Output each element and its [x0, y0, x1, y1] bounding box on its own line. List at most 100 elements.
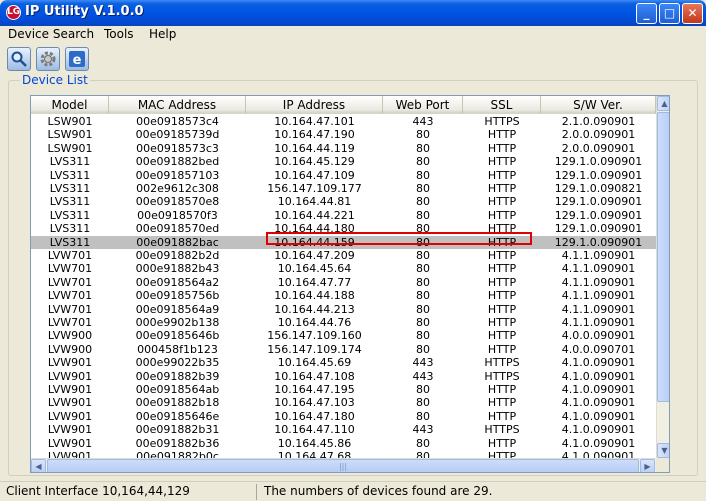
cell-mac-address: 00e091882bed [135, 155, 220, 169]
cell-sw-version: 129.1.0.090901 [554, 155, 643, 169]
cell-model: LVS311 [49, 235, 91, 249]
cell-model: LVW701 [47, 316, 93, 329]
close-button[interactable]: ✕ [682, 3, 703, 24]
table-row[interactable]: LVS311 00e0918570f3 10.164.44.221 80 HTTP 129… [31, 209, 656, 222]
vertical-scrollbar[interactable]: ▲ ▼ [656, 96, 669, 458]
table-row[interactable]: LVW701 00e0918564a9 10.164.44.213 80 HTTP 4.1… [31, 303, 656, 316]
table-row[interactable]: LVS311 00e091857103 10.164.47.109 80 HTTP 129… [31, 169, 656, 182]
cell-model: LVS311 [49, 155, 91, 169]
table-row[interactable]: LVW701 00e0918564a2 10.164.47.77 80 HTTP 4.1.… [31, 276, 656, 289]
cell-ssl: HTTP [487, 275, 517, 289]
cell-mac-address: 00e0918564ab [135, 383, 220, 396]
scroll-down-button[interactable]: ▼ [657, 443, 669, 458]
table-row[interactable]: LVS311 00e0918570e8 10.164.44.81 80 HTTP 129.… [31, 195, 656, 208]
table-row[interactable]: LVW701 000e91882b43 10.164.45.64 80 HTTP 4.1.… [31, 262, 656, 275]
table-row[interactable]: LSW901 00e0918573c4 10.164.47.101 443 HTTPS 2… [31, 115, 656, 128]
cell-mac-address: 00e0918570e8 [135, 195, 220, 209]
cell-web-port: 443 [412, 356, 434, 370]
cell-ssl: HTTP [487, 168, 517, 182]
cell-ip-address: 10.164.44.81 [277, 195, 352, 209]
cell-sw-version: 129.1.0.090821 [554, 182, 643, 195]
cell-model: LVW900 [47, 329, 93, 343]
cell-ssl: HTTP [487, 141, 517, 155]
table-header: Model MAC Address IP Address Web Port SS… [31, 96, 656, 114]
cell-sw-version: 2.0.0.090901 [561, 141, 636, 155]
cell-model: LVS311 [49, 182, 91, 195]
table-row[interactable]: LVW701 00e091882b2d 10.164.47.209 80 HTTP 4.1… [31, 249, 656, 262]
cell-ssl: HTTP [487, 262, 517, 276]
cell-model: LVS311 [49, 208, 91, 222]
scroll-right-button[interactable]: ▶ [640, 459, 655, 472]
column-header-web-port[interactable]: Web Port [383, 96, 463, 114]
title-bar[interactable]: LG IP Utility V.1.0.0 _ □ ✕ [0, 0, 706, 26]
table-row[interactable]: LVW901 00e091882b31 10.164.47.110 443 HTTPS 4… [31, 423, 656, 436]
settings-button[interactable] [36, 47, 60, 71]
cell-sw-version: 4.1.0.090901 [561, 383, 636, 396]
vertical-scroll-thumb[interactable] [657, 112, 669, 402]
cell-model: LVW901 [47, 423, 93, 437]
cell-ssl: HTTP [487, 409, 517, 423]
column-header-ip[interactable]: IP Address [246, 96, 383, 114]
cell-ssl: HTTP [487, 155, 517, 169]
table-row[interactable]: LVW901 00e091882b36 10.164.45.86 80 HTTP 4.1.… [31, 437, 656, 450]
highlight-annotation [266, 232, 532, 245]
horizontal-scroll-thumb[interactable]: ||| [47, 459, 639, 472]
search-button[interactable] [7, 47, 31, 71]
cell-ip-address: 10.164.44.221 [274, 208, 355, 222]
cell-ssl: HTTP [487, 208, 517, 222]
table-row[interactable]: LVW901 00e091882b39 10.164.47.108 443 HTTPS 4… [31, 370, 656, 383]
table-row[interactable]: LVS311 00e091882bed 10.164.45.129 80 HTTP 129… [31, 155, 656, 168]
cell-ssl: HTTP [487, 383, 517, 396]
menu-tools[interactable]: Tools [104, 27, 134, 41]
cell-model: LSW901 [47, 141, 93, 155]
cell-ssl: HTTP [487, 249, 517, 262]
table-row[interactable]: LVW901 00e0918564ab 10.164.47.195 80 HTTP 4.1… [31, 383, 656, 396]
minimize-button[interactable]: _ [636, 3, 657, 24]
column-header-sw-version[interactable]: S/W Ver. [541, 96, 656, 114]
cell-sw-version: 129.1.0.090901 [554, 195, 643, 209]
device-list-table[interactable]: Model MAC Address IP Address Web Port SS… [30, 95, 670, 473]
column-header-model[interactable]: Model [31, 96, 109, 114]
cell-mac-address: 00e09185756b [135, 289, 220, 303]
cell-ssl: HTTP [487, 195, 517, 209]
scroll-up-button[interactable]: ▲ [657, 96, 669, 111]
cell-ip-address: 10.164.45.69 [277, 356, 352, 370]
cell-sw-version: 4.1.0.090901 [561, 396, 636, 410]
cell-web-port: 80 [416, 302, 430, 316]
cell-ip-address: 10.164.44.119 [274, 141, 355, 155]
horizontal-scrollbar[interactable]: ◀ ||| ▶ [31, 458, 656, 472]
cell-ip-address: 10.164.47.190 [274, 128, 355, 142]
cell-mac-address: 000458f1b123 [137, 342, 218, 356]
cell-ip-address: 10.164.44.76 [277, 316, 352, 329]
cell-model: LVW901 [47, 436, 93, 450]
table-row[interactable]: LSW901 00e09185739d 10.164.47.190 80 HTTP 2.0… [31, 128, 656, 141]
scroll-left-button[interactable]: ◀ [31, 459, 46, 472]
table-row[interactable]: LVW900 00e09185646b 156.147.109.160 80 HTTP 4… [31, 329, 656, 342]
table-row[interactable]: LVW901 000e99022b35 10.164.45.69 443 HTTPS 4.… [31, 356, 656, 369]
menu-help[interactable]: Help [149, 27, 176, 41]
cell-mac-address: 000e99022b35 [135, 356, 220, 370]
cell-sw-version: 2.0.0.090901 [561, 128, 636, 142]
cell-sw-version: 4.0.0.090901 [561, 329, 636, 343]
cell-ssl: HTTP [487, 289, 517, 303]
cell-web-port: 80 [416, 409, 430, 423]
cell-web-port: 80 [416, 289, 430, 303]
table-row[interactable]: LVW901 00e091882b18 10.164.47.103 80 HTTP 4.1… [31, 396, 656, 409]
table-row[interactable]: LVW701 00e09185756b 10.164.44.188 80 HTTP 4.1… [31, 289, 656, 302]
cell-ip-address: 10.164.44.188 [274, 289, 355, 303]
table-row[interactable]: LSW901 00e0918573c3 10.164.44.119 80 HTTP 2.0… [31, 142, 656, 155]
table-row[interactable]: LVW901 00e09185646e 10.164.47.180 80 HTTP 4.1… [31, 410, 656, 423]
cell-sw-version: 129.1.0.090901 [554, 168, 643, 182]
cell-model: LVW701 [47, 275, 93, 289]
table-row[interactable]: LVW701 000e9902b138 10.164.44.76 80 HTTP 4.1.… [31, 316, 656, 329]
maximize-button[interactable]: □ [659, 3, 680, 24]
web-browser-button[interactable]: e [65, 47, 89, 71]
table-row[interactable]: LVS311 002e9612c308 156.147.109.177 80 HTTP 1… [31, 182, 656, 195]
cell-mac-address: 00e09185646e [135, 409, 220, 423]
column-header-ssl[interactable]: SSL [463, 96, 541, 114]
menu-device-search[interactable]: Device Search [8, 27, 94, 41]
table-row[interactable]: LVW900 000458f1b123 156.147.109.174 80 HTTP 4… [31, 343, 656, 356]
cell-sw-version: 4.1.1.090901 [561, 249, 636, 262]
cell-model: LVW901 [47, 369, 93, 383]
column-header-mac[interactable]: MAC Address [109, 96, 246, 114]
